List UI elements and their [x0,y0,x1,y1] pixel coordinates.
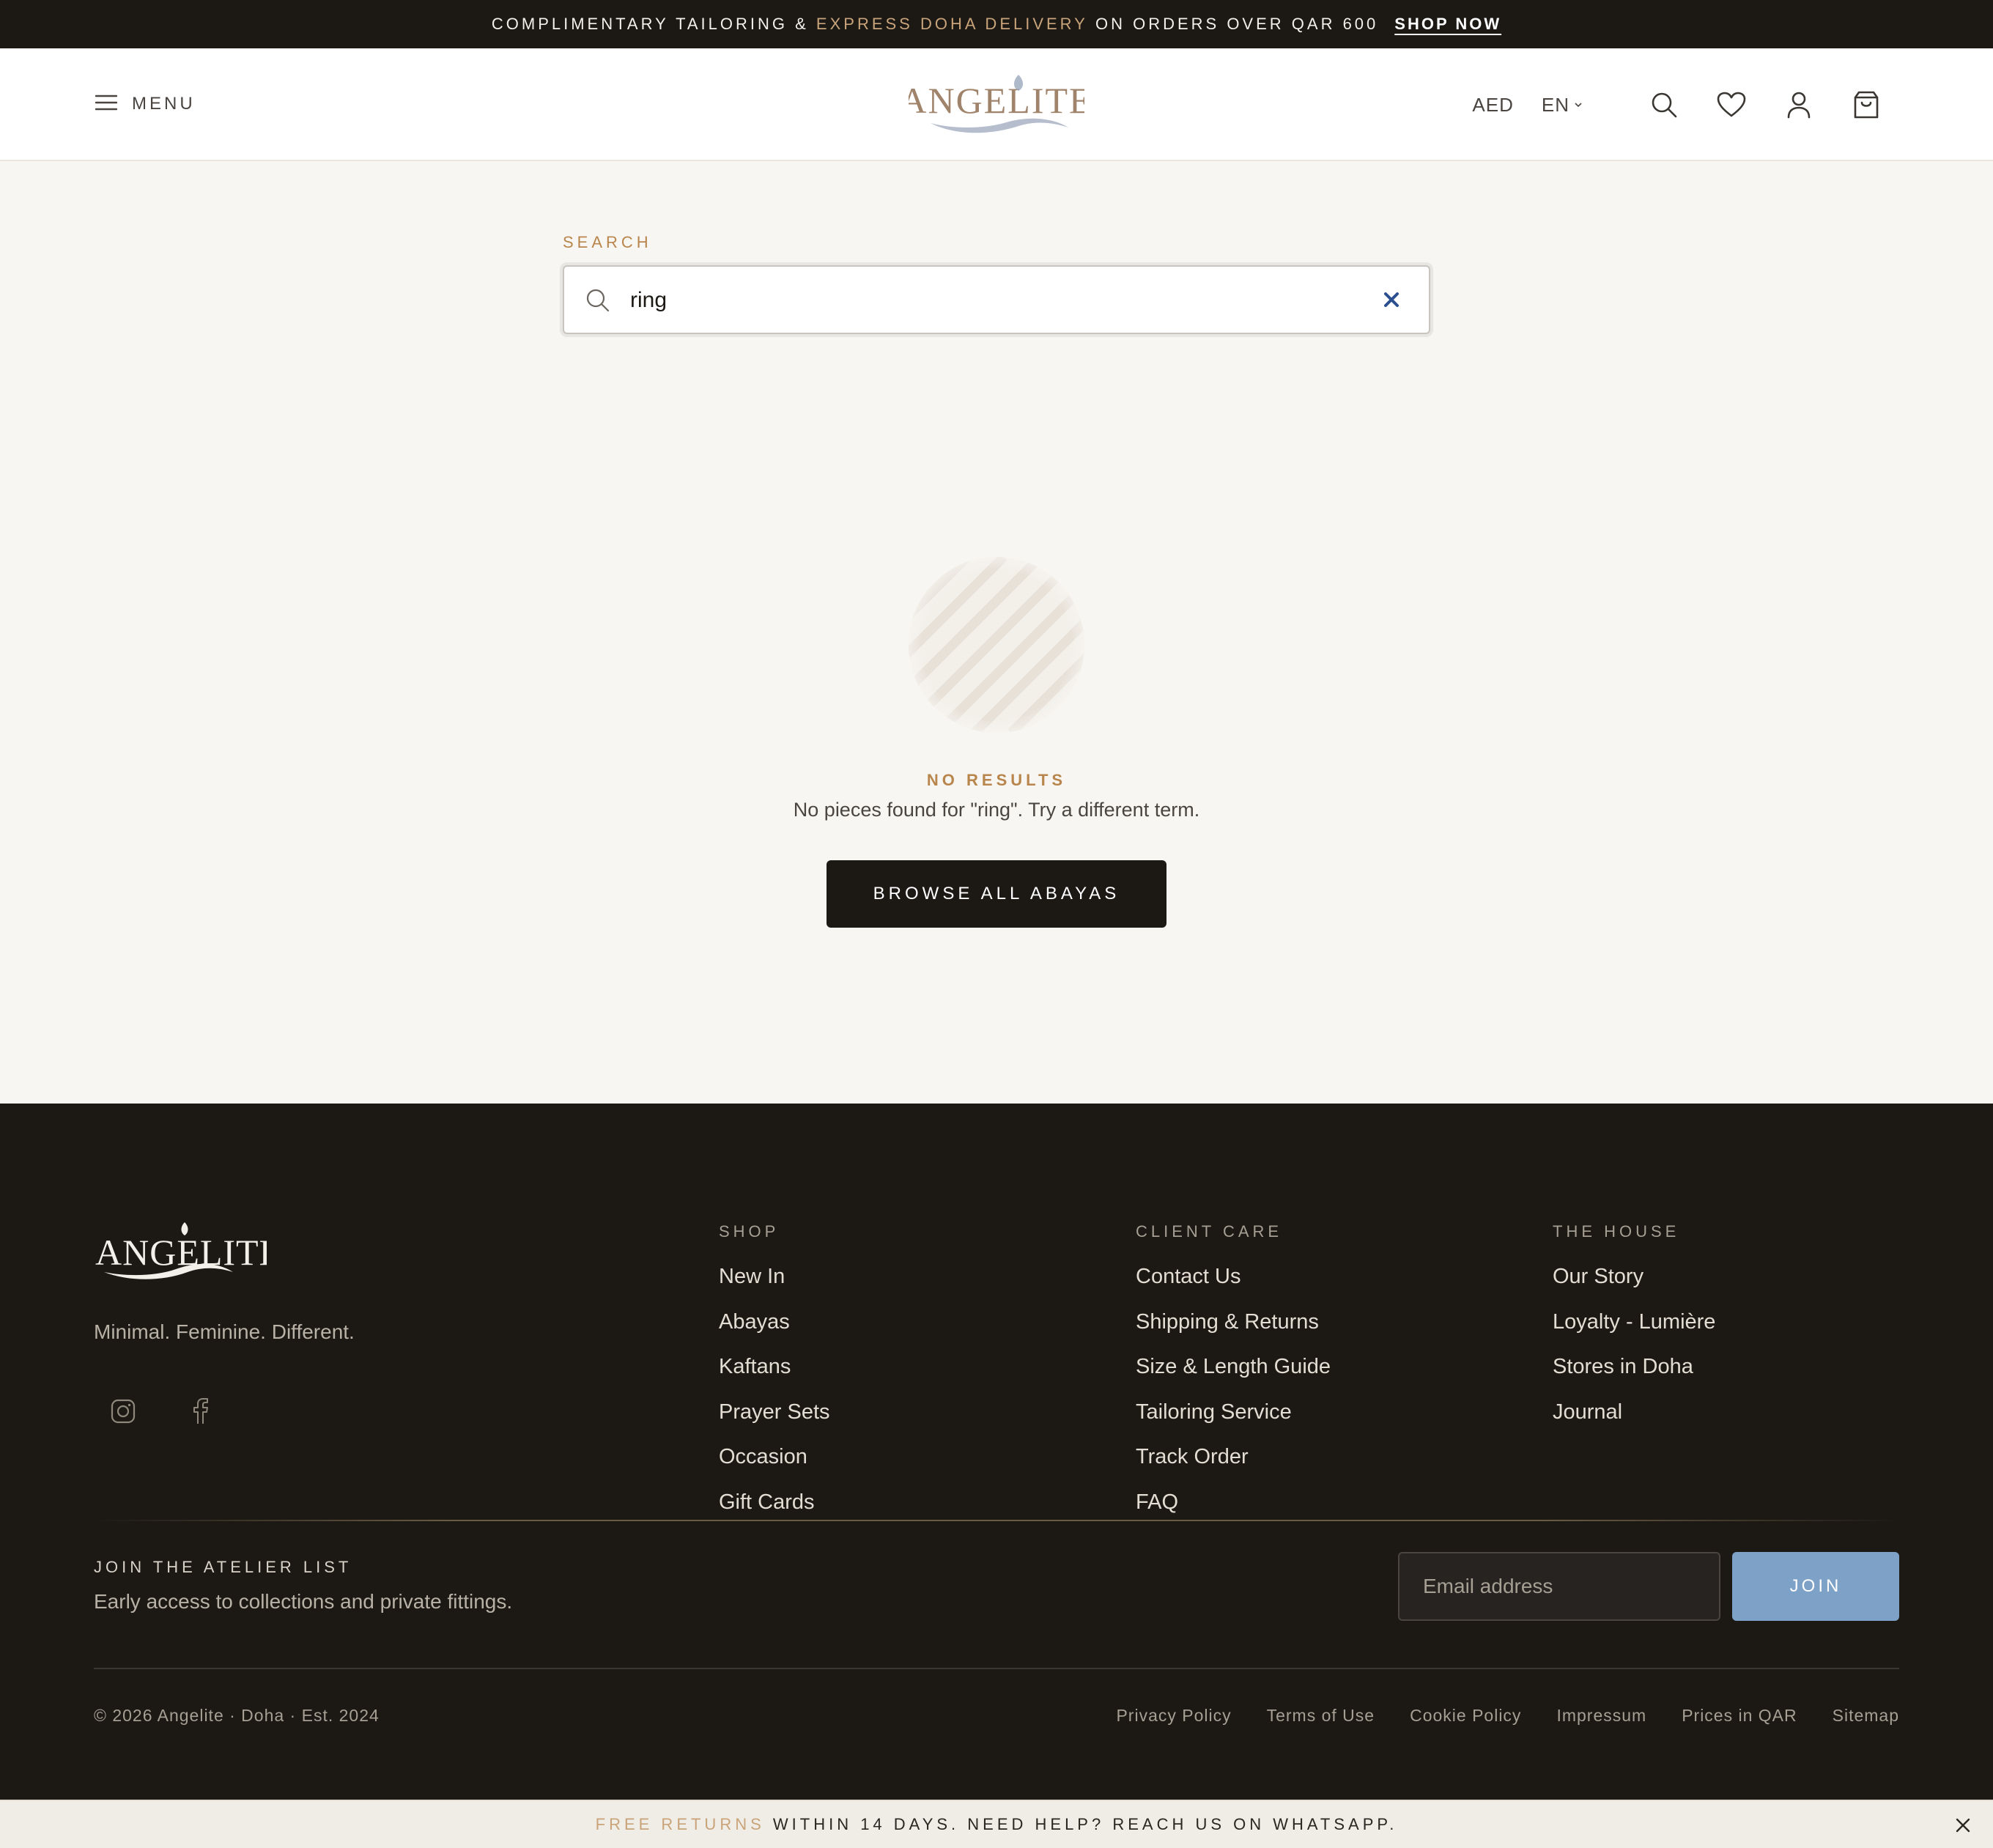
footer-column-title: CLIENT CARE [1136,1222,1283,1241]
footer-link[interactable]: New In [719,1263,830,1309]
footer-column-client-care: CLIENT CARE Contact Us Shipping & Return… [1136,1222,1331,1534]
language-label: EN [1541,93,1569,116]
facebook-icon[interactable] [186,1397,215,1426]
footer-link[interactable]: Prayer Sets [719,1399,830,1444]
no-results-label: NO RESULTS [926,771,1067,789]
legal-links: Privacy Policy Terms of Use Cookie Polic… [1116,1706,1899,1726]
announcement-highlight: EXPRESS DOHA DELIVERY [816,15,1088,33]
announcement-bar: COMPLIMENTARY TAILORING & EXPRESS DOHA D… [0,0,1993,48]
search-label: SEARCH [563,233,652,251]
footer-divider-bottom [94,1668,1899,1669]
close-icon [1956,1818,1970,1833]
footer-link[interactable]: Contact Us [1136,1263,1331,1309]
chevron-down-icon [1574,98,1583,111]
footer-link[interactable]: Tailoring Service [1136,1399,1331,1444]
account-icon[interactable] [1781,86,1817,123]
footer-link[interactable]: Journal [1553,1399,1715,1444]
join-button[interactable]: JOIN [1732,1552,1899,1621]
footer-link[interactable]: FAQ [1136,1489,1331,1534]
browse-all-button[interactable]: BROWSE ALL ABAYAS [827,860,1166,928]
search-input[interactable] [630,280,1319,321]
bag-icon[interactable] [1848,86,1885,123]
menu-button[interactable]: MENU [95,89,196,119]
instagram-icon[interactable] [108,1397,138,1426]
site-logo[interactable]: ANGELITE [900,72,1092,139]
language-selector[interactable]: EN [1542,94,1583,117]
copyright-text: © 2026 Angelite · Doha · Est. 2024 [94,1706,380,1725]
announcement-text-end: ON ORDERS OVER QAR 600 [1087,15,1379,33]
footer-link[interactable]: Our Story [1553,1263,1715,1309]
header-actions: AED EN [1472,86,1885,123]
email-field[interactable] [1398,1552,1720,1621]
empty-state-illustration [909,557,1084,733]
no-results-message: No pieces found for "ring". Try a differ… [793,799,1200,821]
newsletter-title: JOIN THE ATELIER LIST [94,1558,352,1576]
hamburger-icon [95,94,118,115]
footer-link[interactable]: Track Order [1136,1444,1331,1489]
footer-tagline: Minimal. Feminine. Different. [94,1320,355,1343]
footer-link[interactable]: Shipping & Returns [1136,1309,1331,1354]
cookie-policy-link[interactable]: Cookie Policy [1410,1706,1521,1726]
footer-link[interactable]: Gift Cards [719,1489,830,1534]
menu-label: MENU [132,94,196,114]
footer-link[interactable]: Stores in Doha [1553,1353,1715,1399]
footer-logo[interactable]: ANGELITE [94,1219,281,1285]
terms-of-use-link[interactable]: Terms of Use [1267,1706,1375,1726]
sitemap-link[interactable]: Sitemap [1833,1706,1899,1726]
footer-link[interactable]: Occasion [719,1444,830,1489]
impressum-link[interactable]: Impressum [1556,1706,1646,1726]
social-links [108,1397,215,1426]
announcement-text: COMPLIMENTARY TAILORING & [491,15,816,33]
close-notice-button[interactable] [1953,1816,1972,1835]
footer-link[interactable]: Loyalty - Lumière [1553,1309,1715,1354]
close-icon [1384,292,1399,307]
notice-text: WITHIN 14 DAYS. NEED HELP? REACH US ON W… [764,1815,1398,1833]
search-box [563,265,1430,334]
heart-icon[interactable] [1713,86,1750,123]
site-footer: ANGELITE Minimal. Feminine. Different. S… [0,1104,1993,1800]
clear-search-button[interactable] [1380,289,1402,311]
newsletter-subtitle: Early access to collections and private … [94,1590,513,1613]
search-field-icon [585,287,611,317]
footer-column-the-house: THE HOUSE Our Story Loyalty - Lumière St… [1553,1222,1715,1444]
footer-column-title: SHOP [719,1222,780,1241]
footer-column-shop: SHOP New In Abayas Kaftans Prayer Sets O… [719,1222,830,1534]
footer-link[interactable]: Kaftans [719,1353,830,1399]
shop-now-link[interactable]: SHOP NOW [1394,15,1501,34]
prices-link[interactable]: Prices in QAR [1682,1706,1797,1726]
footer-logo-wordmark: ANGELITE [95,1232,267,1273]
logo-wordmark: ANGELITE [909,80,1084,121]
footer-link[interactable]: Abayas [719,1309,830,1354]
notice-highlight: FREE RETURNS [595,1815,765,1833]
site-header: MENU ANGELITE AED EN [0,48,1993,161]
footer-column-title: THE HOUSE [1553,1222,1680,1241]
privacy-policy-link[interactable]: Privacy Policy [1116,1706,1231,1726]
footer-divider [94,1520,1899,1521]
returns-notice-bar: FREE RETURNS WITHIN 14 DAYS. NEED HELP? … [0,1800,1993,1848]
search-icon[interactable] [1646,86,1682,123]
currency-selector[interactable]: AED [1472,94,1513,117]
footer-link[interactable]: Size & Length Guide [1136,1353,1331,1399]
